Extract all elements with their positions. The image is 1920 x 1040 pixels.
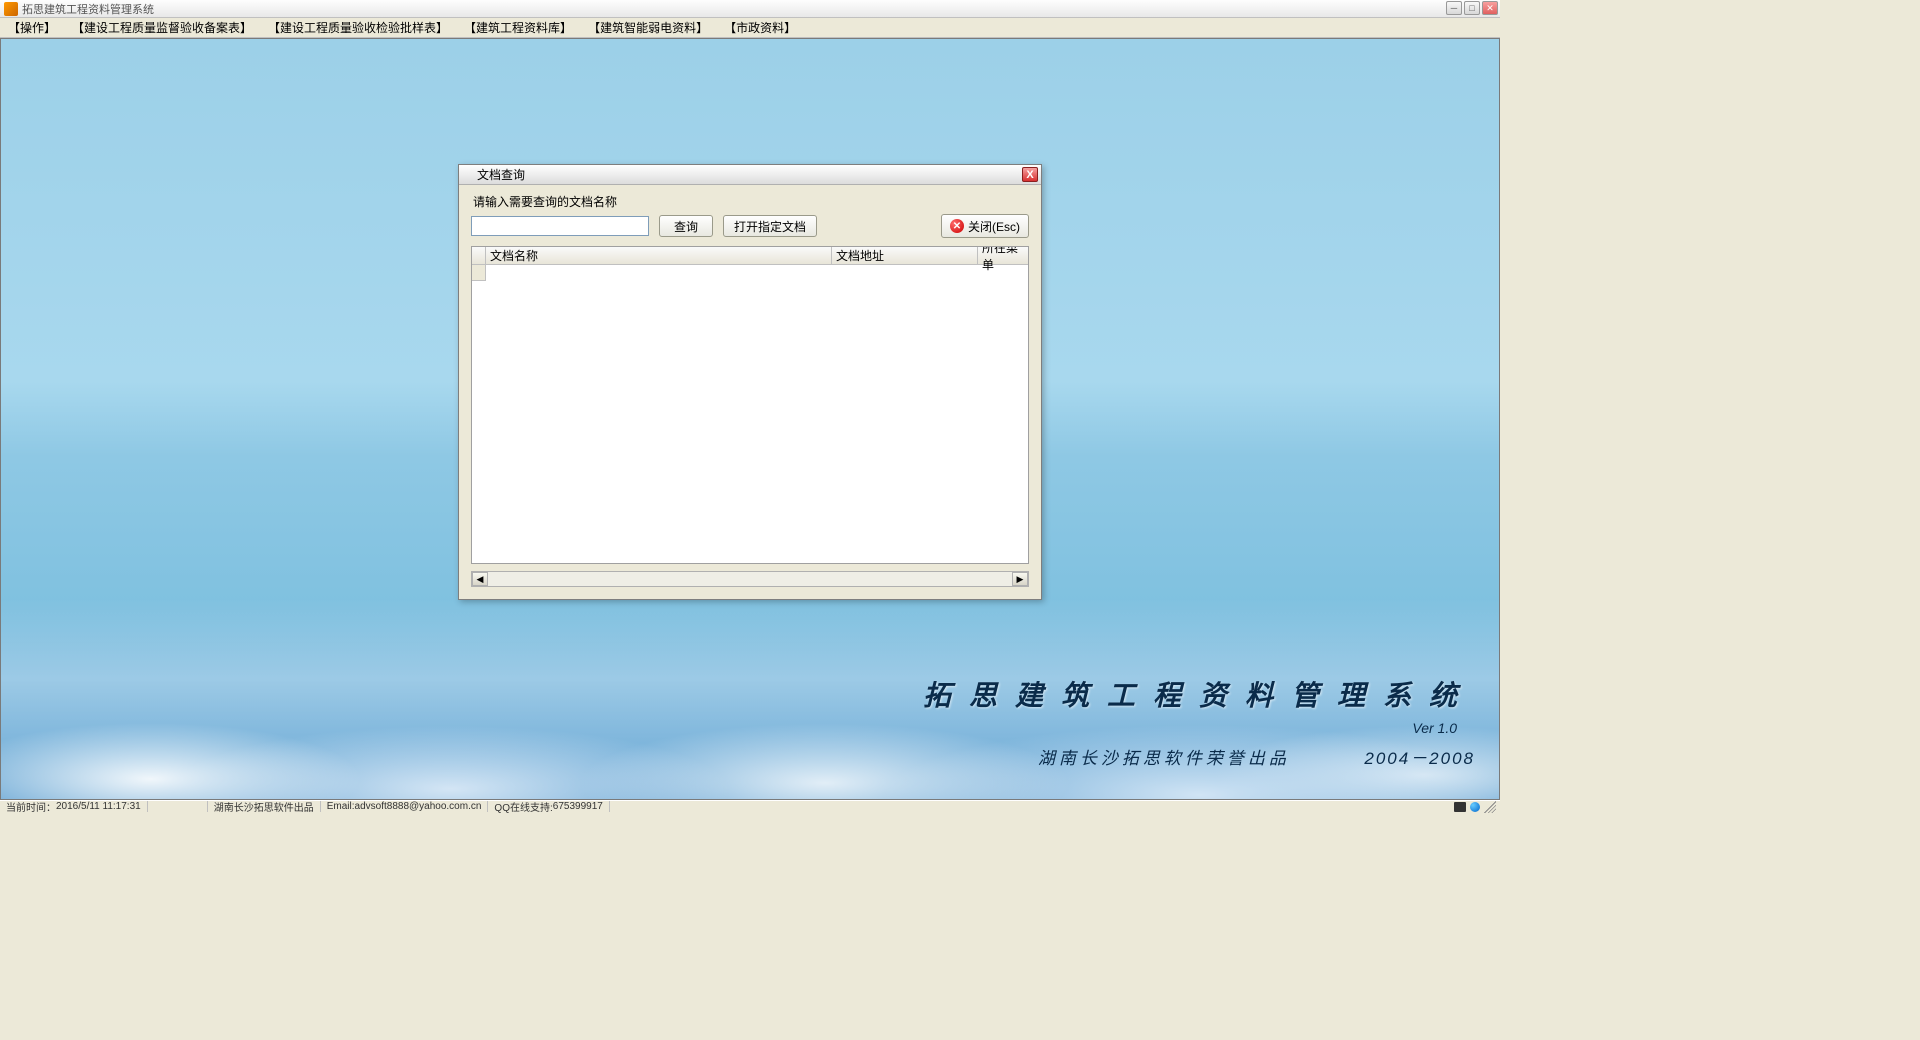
brand-producer-line: 湖南长沙拓思软件荣誉出品 2004－2008 bbox=[923, 744, 1475, 769]
status-bar: 当前时间：2016/5/11 11:17:31 湖南长沙拓思软件出品 Email… bbox=[0, 800, 1500, 812]
row-selector-cell[interactable] bbox=[472, 265, 486, 281]
status-tray bbox=[1454, 801, 1500, 813]
maximize-button[interactable]: □ bbox=[1464, 1, 1480, 15]
menu-municipal[interactable]: 【市政资料】 bbox=[724, 19, 796, 36]
search-button[interactable]: 查询 bbox=[659, 215, 713, 237]
close-window-button[interactable]: ✕ bbox=[1482, 1, 1498, 15]
app-title: 拓思建筑工程资料管理系统 bbox=[22, 1, 154, 17]
close-dialog-button[interactable]: ✕ 关闭(Esc) bbox=[941, 214, 1029, 238]
search-prompt-label: 请输入需要查询的文档名称 bbox=[473, 193, 1029, 210]
menu-weak-current[interactable]: 【建筑智能弱电资料】 bbox=[588, 19, 708, 36]
close-icon: ✕ bbox=[950, 219, 964, 233]
minimize-button[interactable]: ─ bbox=[1446, 1, 1462, 15]
scroll-left-arrow-icon[interactable]: ◀ bbox=[472, 572, 488, 586]
brand-version: Ver 1.0 bbox=[923, 720, 1457, 736]
main-titlebar: 拓思建筑工程资料管理系统 ─ □ ✕ bbox=[0, 0, 1500, 18]
dialog-close-x-button[interactable]: X bbox=[1022, 167, 1038, 182]
status-email: Email:advsoft8888@yahoo.com.cn bbox=[321, 801, 489, 812]
scroll-track[interactable] bbox=[488, 572, 1012, 586]
row-selector-header[interactable] bbox=[472, 247, 486, 264]
open-document-button[interactable]: 打开指定文档 bbox=[723, 215, 817, 237]
scroll-right-arrow-icon[interactable]: ▶ bbox=[1012, 572, 1028, 586]
window-controls: ─ □ ✕ bbox=[1446, 1, 1498, 15]
dialog-title: 文档查询 bbox=[477, 166, 525, 183]
menu-supervision-record[interactable]: 【建设工程质量监督验收备案表】 bbox=[72, 19, 252, 36]
search-row: 查询 打开指定文档 ✕ 关闭(Esc) bbox=[471, 214, 1029, 238]
column-document-path[interactable]: 文档地址 bbox=[832, 247, 978, 264]
table-row[interactable] bbox=[472, 265, 1028, 281]
status-spacer bbox=[148, 801, 208, 812]
status-producer: 湖南长沙拓思软件出品 bbox=[208, 801, 321, 812]
tray-help-icon[interactable] bbox=[1470, 802, 1480, 812]
brand-years: 2004－2008 bbox=[1364, 744, 1475, 769]
tray-keyboard-icon[interactable] bbox=[1454, 802, 1466, 812]
resize-grip-icon[interactable] bbox=[1484, 801, 1496, 813]
menu-operate[interactable]: 【操作】 bbox=[8, 19, 56, 36]
results-table: 文档名称 文档地址 所在菜单 bbox=[471, 246, 1029, 564]
horizontal-scrollbar[interactable]: ◀ ▶ bbox=[471, 571, 1029, 587]
app-icon bbox=[4, 2, 18, 16]
brand-producer: 湖南长沙拓思软件荣誉出品 bbox=[1038, 749, 1290, 768]
menu-project-library[interactable]: 【建筑工程资料库】 bbox=[464, 19, 572, 36]
status-qq: QQ在线支持:675399917 bbox=[488, 801, 609, 812]
dialog-body: 请输入需要查询的文档名称 查询 打开指定文档 ✕ 关闭(Esc) 文档名称 文档… bbox=[459, 185, 1041, 572]
brand-block: 拓思建筑工程资料管理系统 Ver 1.0 湖南长沙拓思软件荣誉出品 2004－2… bbox=[923, 674, 1475, 769]
dialog-titlebar[interactable]: 文档查询 X bbox=[459, 165, 1041, 185]
document-query-dialog: 文档查询 X 请输入需要查询的文档名称 查询 打开指定文档 ✕ 关闭(Esc) … bbox=[458, 164, 1042, 600]
document-name-input[interactable] bbox=[471, 216, 649, 236]
menu-bar: 【操作】 【建设工程质量监督验收备案表】 【建设工程质量验收检验批样表】 【建筑… bbox=[0, 18, 1500, 38]
column-document-name[interactable]: 文档名称 bbox=[486, 247, 832, 264]
column-menu-location[interactable]: 所在菜单 bbox=[978, 247, 1028, 264]
table-header: 文档名称 文档地址 所在菜单 bbox=[472, 247, 1028, 265]
brand-title: 拓思建筑工程资料管理系统 bbox=[923, 674, 1475, 714]
menu-inspection-batch[interactable]: 【建设工程质量验收检验批样表】 bbox=[268, 19, 448, 36]
status-time: 当前时间：2016/5/11 11:17:31 bbox=[0, 801, 148, 812]
